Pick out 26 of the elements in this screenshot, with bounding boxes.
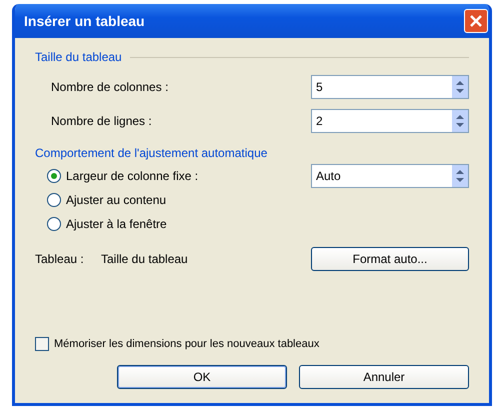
radio-label: Ajuster à la fenêtre <box>66 217 167 231</box>
radio-button[interactable] <box>47 193 61 207</box>
spin-field[interactable]: 5 <box>311 75 469 99</box>
field-label: Nombre de lignes : <box>50 114 152 128</box>
style-value: Taille du tableau <box>101 252 189 266</box>
style-label: Tableau : <box>35 252 85 266</box>
radio-button[interactable] <box>47 169 61 183</box>
checkbox-label: Mémoriser les dimensions pour les nouveaux tableaux <box>54 338 320 350</box>
radio-button[interactable] <box>47 217 61 231</box>
radio-label: Largeur de colonne fixe : <box>66 169 198 183</box>
dialog-button[interactable]: OK <box>117 365 287 389</box>
field-label: Nombre de colonnes : <box>50 80 168 94</box>
section-heading: Comportement de l'ajustement automatique <box>35 146 268 160</box>
window-title: Insérer un tableau <box>24 13 146 29</box>
checkbox[interactable] <box>35 337 49 351</box>
radio-label: Ajuster au contenu <box>66 193 166 207</box>
close-button[interactable] <box>464 9 488 33</box>
dialog-button[interactable]: Annuler <box>299 365 469 389</box>
section-heading: Taille du tableau <box>35 50 122 64</box>
spin-arrows-icon[interactable] <box>452 165 468 187</box>
spin-field[interactable]: Auto <box>311 164 469 188</box>
spin-field[interactable]: 2 <box>311 109 469 133</box>
spin-arrows-icon[interactable] <box>452 76 468 98</box>
close-icon <box>469 14 483 28</box>
format-button[interactable]: Format auto... <box>311 247 469 271</box>
spin-arrows-icon[interactable] <box>452 110 468 132</box>
